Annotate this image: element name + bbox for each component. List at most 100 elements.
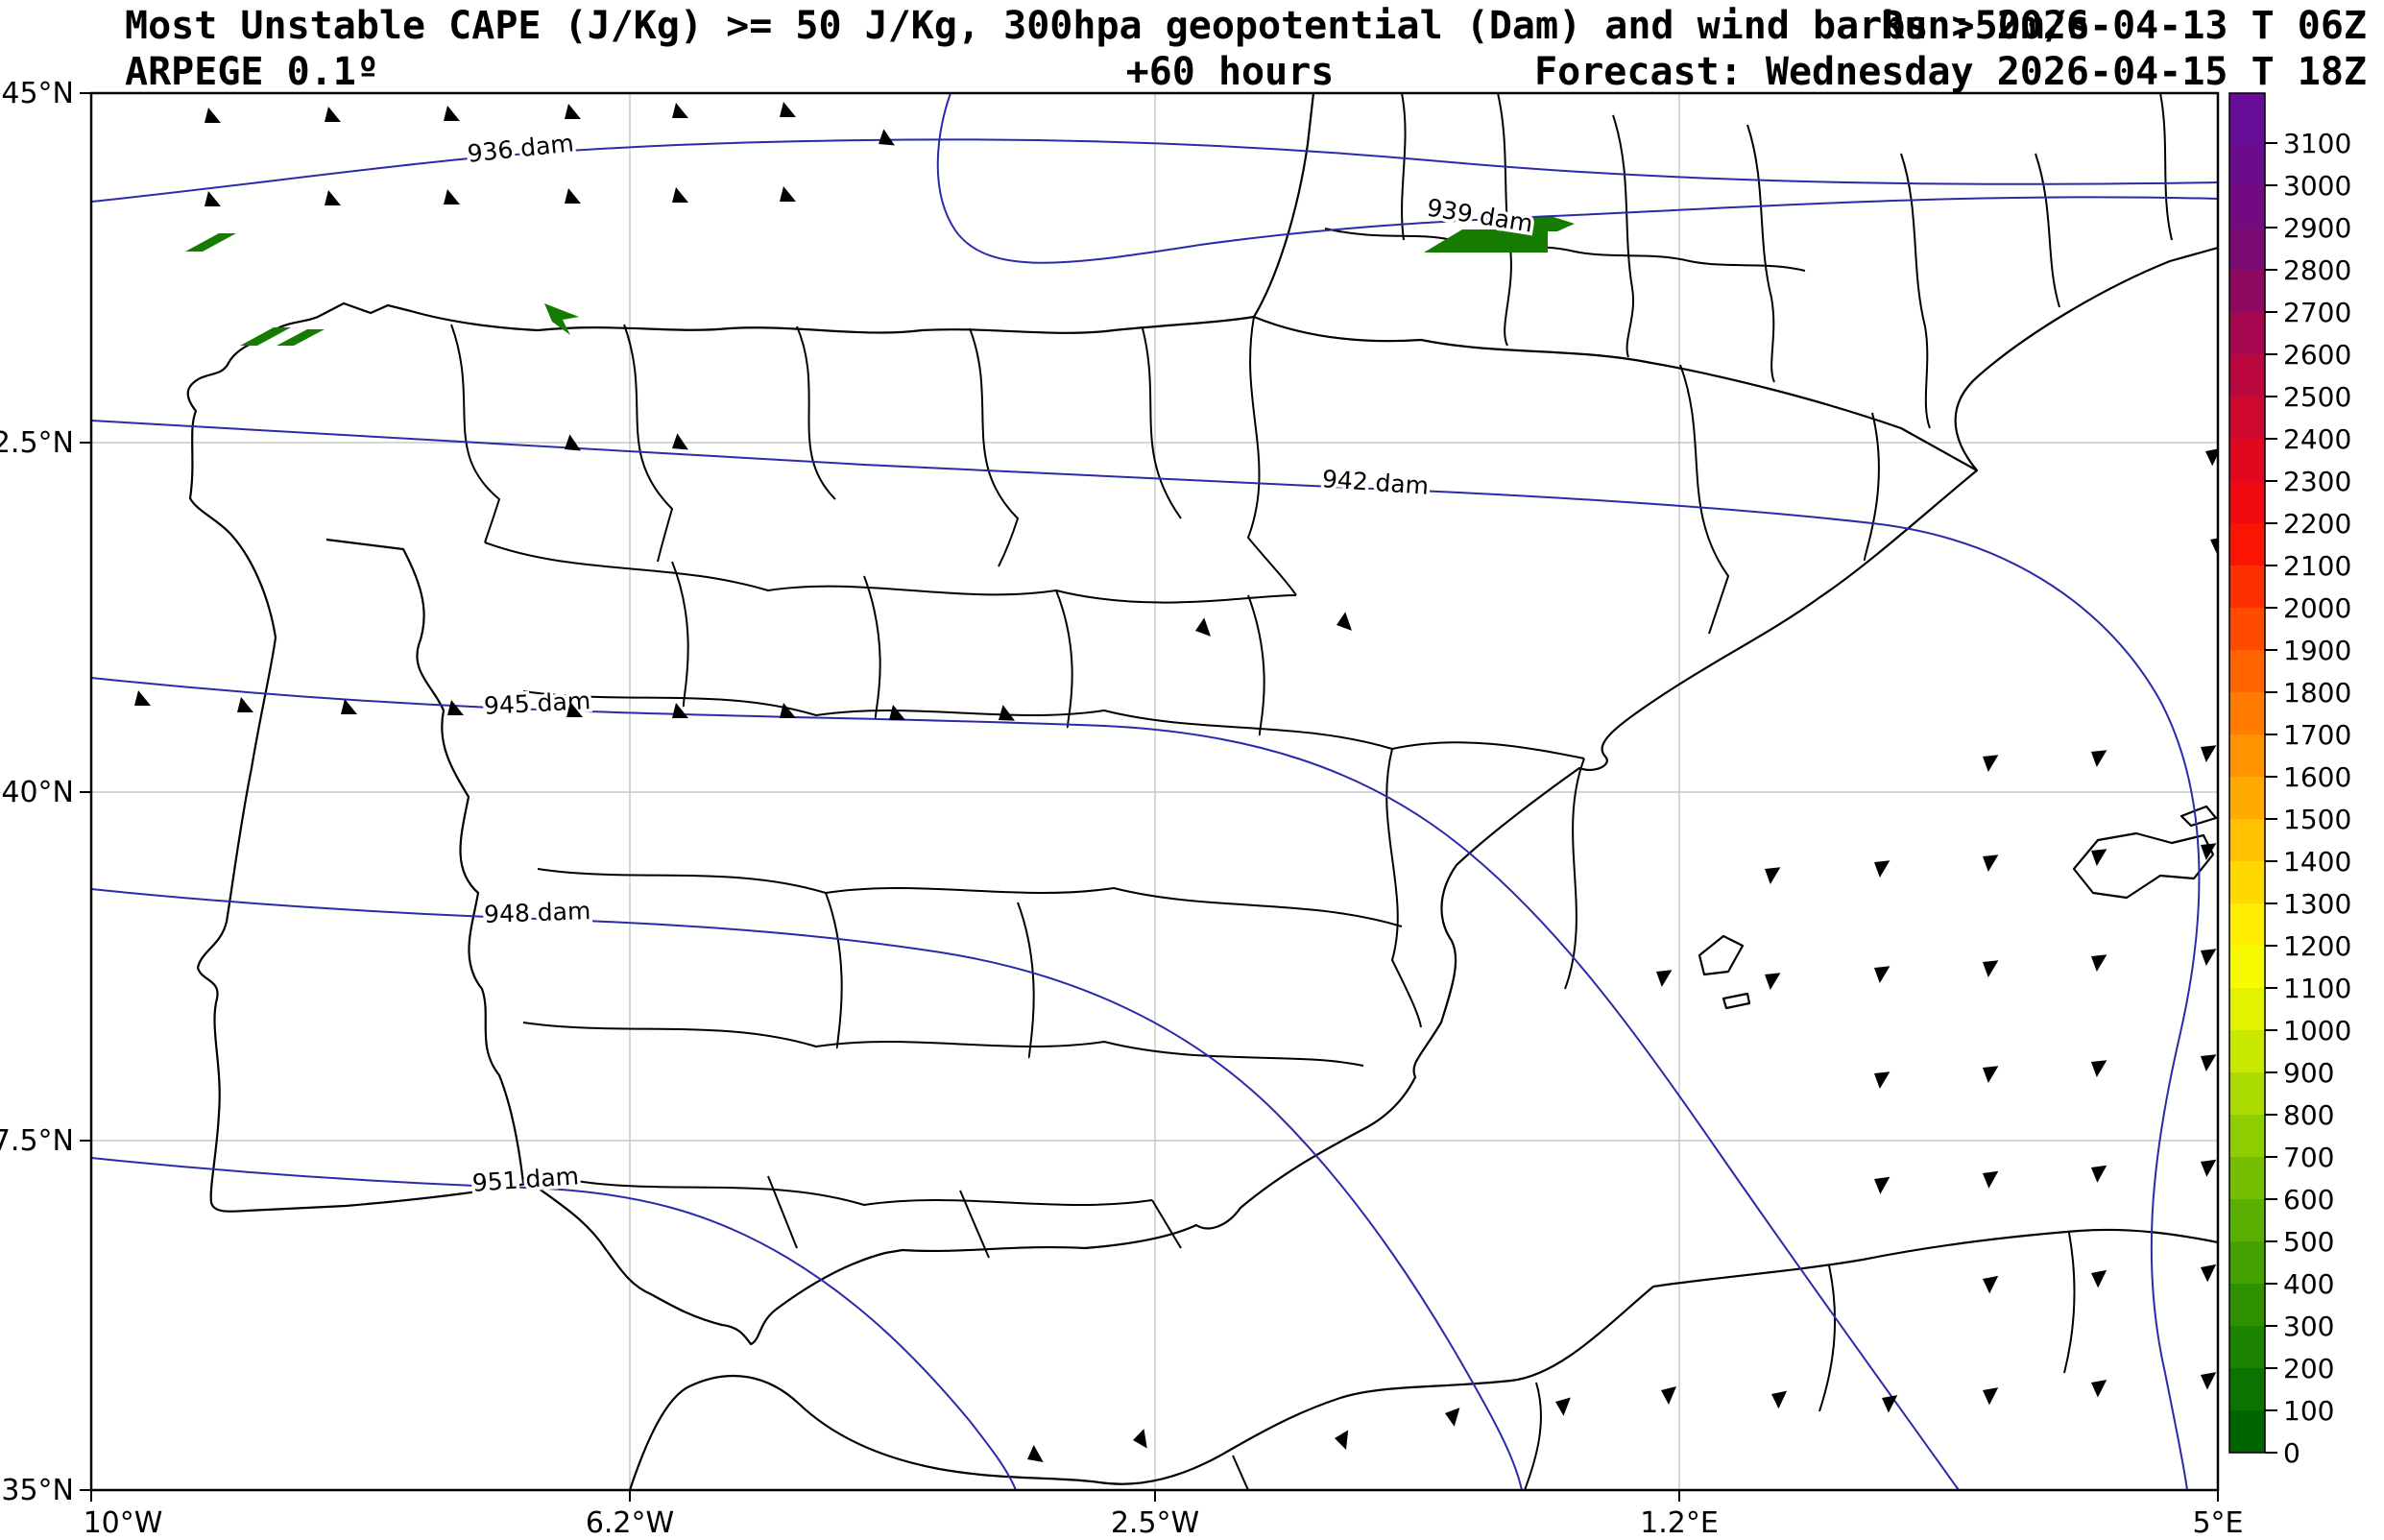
colorbar-tick-label: 400 (2283, 1268, 2334, 1300)
wind-barb (1335, 1427, 1377, 1469)
colorbar-band (2229, 734, 2265, 777)
contour-942 (91, 420, 2201, 1490)
wind-barb (1983, 1062, 2012, 1109)
contour-labels: 936 dam939 dam942 dam945 dam948 dam951 d… (463, 126, 1538, 1201)
province-borders (450, 316, 1880, 1259)
lon-tick-label: 5°E (2192, 1506, 2243, 1540)
forecast-label: Forecast: Wednesday 2026-04-15 T 18Z (1534, 50, 2367, 94)
colorbar-tick-label: 1100 (2283, 973, 2351, 1004)
colorbar-tick-label: 1400 (2283, 846, 2351, 878)
colorbar-band (2229, 93, 2265, 143)
colorbar-tick-label: 700 (2283, 1142, 2334, 1173)
france-med-coast (1954, 246, 2218, 471)
cape-region (277, 329, 325, 346)
colorbar-tick-label: 1600 (2283, 761, 2351, 793)
colorbar-tick-label: 2800 (2283, 254, 2351, 286)
wind-barb (999, 705, 1043, 722)
colorbar-band (2229, 1157, 2265, 1199)
france-borders (1324, 93, 2173, 429)
colorbar-tick-label: 1700 (2283, 719, 2351, 751)
portugal-border (325, 538, 525, 1184)
colorbar-band (2229, 903, 2265, 946)
wind-barb (1027, 1444, 1073, 1467)
wind-barb (1983, 751, 2012, 798)
colorbar-tick-label: 1200 (2283, 930, 2351, 962)
contour-948 (91, 888, 1523, 1490)
wind-barb (237, 697, 280, 712)
wind-barb (2201, 1050, 2218, 1097)
wind-barb (1336, 610, 1383, 640)
colorbar-tick-label: 2700 (2283, 297, 2351, 328)
wind-barb (1983, 1272, 2015, 1318)
colorbar-tick-label: 1500 (2283, 804, 2351, 835)
colorbar-band (2229, 523, 2265, 565)
lat-tick-label: 37.5°N (0, 1124, 74, 1158)
colorbar-band (2229, 1326, 2265, 1368)
wind-barb (889, 705, 932, 720)
colorbar-tick-label: 1800 (2283, 677, 2351, 709)
wind-barb (1195, 615, 1241, 646)
colorbar-band (2229, 312, 2265, 354)
lead-time-label: +60 hours (1126, 50, 1335, 94)
colorbar-band (2229, 481, 2265, 523)
run-label: Run: 2026-04-13 T 06Z (1881, 4, 2367, 48)
wind-barb (2201, 945, 2218, 992)
wind-barb (780, 102, 823, 117)
wind-barb (444, 106, 487, 121)
colorbar-tick-label: 300 (2283, 1311, 2334, 1342)
lon-tick-label: 1.2°E (1640, 1506, 1719, 1540)
colorbar-tick-label: 2000 (2283, 592, 2351, 624)
contour-945 (91, 677, 1960, 1490)
colorbar-tick-label: 0 (2283, 1437, 2300, 1469)
wind-barb (1765, 863, 1794, 910)
model-label: ARPEGE 0.1º (125, 50, 379, 94)
lat-tick-label: 42.5°N (0, 426, 74, 460)
wind-barb (2201, 1156, 2218, 1202)
colorbar-band (2229, 650, 2265, 692)
colorbar-tick-label: 2100 (2283, 550, 2351, 582)
wind-barb (2091, 950, 2121, 998)
colorbar-tick-label: 1900 (2283, 635, 2351, 666)
wind-barb (2201, 741, 2218, 788)
wind-barb (672, 103, 715, 118)
colorbar-tick-label: 1000 (2283, 1015, 2351, 1047)
colorbar-band (2229, 1284, 2265, 1326)
colorbar-tick-label: 3100 (2283, 128, 2351, 159)
forecast-map-canvas: Most Unstable CAPE (J/Kg) >= 50 J/Kg, 30… (0, 4, 2367, 1540)
colorbar-band (2229, 988, 2265, 1030)
africa-borders (1232, 1232, 2076, 1490)
colorbar-tick-label: 3000 (2283, 170, 2351, 202)
colorbar-tick-label: 2900 (2283, 212, 2351, 244)
wind-barb (780, 186, 823, 202)
colorbar-band (2229, 354, 2265, 397)
wind-barb (134, 690, 178, 706)
wind-barb (1874, 1173, 1905, 1219)
wind-barb (1771, 1386, 1805, 1433)
wind-barb (444, 189, 487, 205)
lat-tick-label: 45°N (1, 77, 74, 110)
colorbar-band (2229, 565, 2265, 608)
lat-tick-label: 40°N (1, 776, 74, 809)
wind-barb (1882, 1391, 1914, 1438)
wind-barb (1983, 1167, 2013, 1214)
wind-barb (1661, 1383, 1696, 1429)
colorbar-tick-label: 100 (2283, 1395, 2334, 1427)
colorbar-band (2229, 1030, 2265, 1072)
colorbar-band (2229, 143, 2265, 185)
wind-barb (565, 104, 608, 119)
colorbar-band (2229, 270, 2265, 312)
colorbar-band (2229, 608, 2265, 650)
colorbar-band (2229, 185, 2265, 228)
colorbar-band (2229, 439, 2265, 481)
wind-barb (1555, 1394, 1591, 1439)
colorbar-band (2229, 397, 2265, 439)
wind-barb (1874, 962, 1904, 1009)
colorbar-tick-label: 600 (2283, 1184, 2334, 1215)
colorbar-tick-label: 1300 (2283, 888, 2351, 920)
wind-barb (1983, 851, 2012, 898)
wind-barb (1656, 966, 1686, 1013)
header: Most Unstable CAPE (J/Kg) >= 50 J/Kg, 30… (125, 4, 2367, 94)
colorbar-band (2229, 692, 2265, 734)
colorbar-band (2229, 1199, 2265, 1241)
contour-label: 936 dam (466, 129, 575, 167)
